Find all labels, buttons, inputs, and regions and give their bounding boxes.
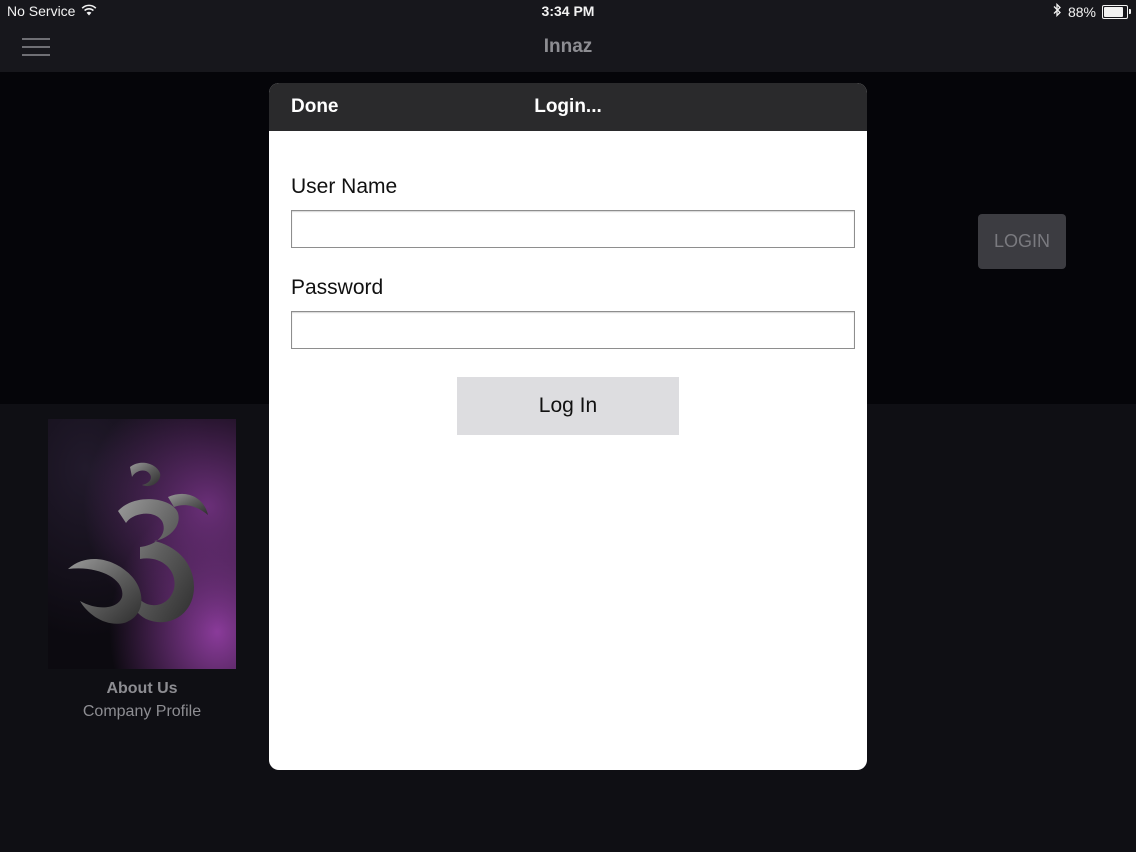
password-label: Password xyxy=(291,276,384,299)
log-in-button[interactable]: Log In xyxy=(457,377,679,435)
status-bar: No Service 3:34 PM 88% xyxy=(0,0,1136,24)
om-symbol-logo[interactable] xyxy=(48,419,236,669)
modal-header: Done Login... xyxy=(269,83,867,131)
card-title[interactable]: About Us xyxy=(48,680,236,698)
app-title: Innaz xyxy=(543,36,593,57)
status-time: 3:34 PM xyxy=(541,3,595,19)
status-right: 88% xyxy=(1052,2,1131,20)
card-subtitle: Company Profile xyxy=(82,703,202,720)
battery-percent: 88% xyxy=(1067,3,1096,20)
app-screen: No Service 3:34 PM 88% Innaz LOGIN About… xyxy=(0,0,1136,852)
bluetooth-icon xyxy=(1052,2,1062,20)
header-login-button[interactable]: LOGIN xyxy=(978,214,1066,269)
password-input[interactable] xyxy=(291,311,855,349)
username-label: User Name xyxy=(291,175,398,198)
username-input[interactable] xyxy=(291,210,855,248)
login-modal: Done Login... User Name Password Log In xyxy=(269,83,867,770)
navigation-bar: Innaz xyxy=(0,24,1136,72)
battery-level-fill xyxy=(1104,6,1124,17)
modal-title: Login... xyxy=(534,96,602,117)
battery-icon xyxy=(1102,4,1131,19)
